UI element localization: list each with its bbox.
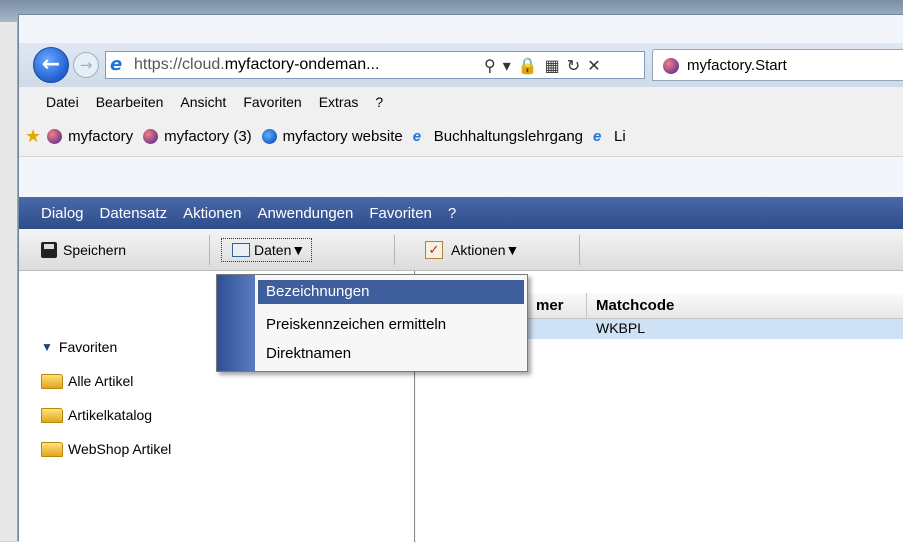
caret-down-icon: ▼ — [505, 242, 520, 258]
tree-item-folder[interactable]: Artikelkatalog — [41, 405, 152, 425]
myfactory-icon — [663, 58, 679, 74]
browser-tab[interactable]: myfactory.Start — [652, 49, 903, 81]
menu-item-bezeichnungen[interactable]: Bezeichnungen — [258, 280, 524, 304]
forward-button[interactable]: → — [73, 52, 99, 78]
column-header-number[interactable]: mer — [536, 297, 564, 314]
arrow-right-icon: → — [79, 56, 93, 74]
myfactory-icon — [143, 129, 159, 144]
app-menu-datensatz[interactable]: Datensatz — [100, 205, 168, 222]
tree-item-favorites[interactable]: ▼ Favoriten — [41, 337, 117, 357]
column-divider[interactable] — [586, 293, 587, 319]
search-icon[interactable]: ⚲ — [484, 56, 496, 75]
favorites-bar: ★ myfactory myfactory (3) myfactory webs… — [19, 117, 903, 157]
chevron-down-icon[interactable]: ▾ — [503, 56, 511, 75]
lock-icon[interactable]: 🔒 — [518, 56, 538, 75]
tree-item-folder[interactable]: WebShop Artikel — [41, 439, 171, 459]
folder-icon — [41, 441, 63, 457]
favorites-star-icon[interactable]: ★ — [25, 126, 41, 147]
url-text[interactable]: https://cloud.myfactory-ondeman... — [134, 56, 379, 74]
menu-favorites[interactable]: Favoriten — [243, 94, 301, 110]
menu-file[interactable]: Datei — [46, 94, 79, 110]
favorite-link[interactable]: e Buchhaltungslehrgang — [413, 128, 583, 145]
menu-item-preiskennzeichen[interactable]: Preiskennzeichen ermitteln — [258, 313, 524, 337]
cell-matchcode: WKBPL — [596, 320, 646, 336]
book-icon — [232, 243, 250, 257]
data-dropdown-menu: Bezeichnungen Preiskennzeichen ermitteln… — [216, 274, 528, 372]
app-menu-aktionen[interactable]: Aktionen — [183, 205, 241, 222]
data-button-frame: Daten ▼ — [221, 238, 313, 262]
menu-help[interactable]: ? — [375, 94, 383, 110]
app-menu-help[interactable]: ? — [448, 205, 456, 222]
column-header-matchcode[interactable]: Matchcode — [596, 297, 674, 314]
menu-icon-strip — [217, 275, 255, 371]
favorite-link[interactable]: myfactory — [47, 128, 133, 145]
myfactory-icon — [47, 129, 63, 144]
save-button[interactable]: Speichern — [41, 236, 126, 264]
tree-item-folder[interactable]: Alle Artikel — [41, 371, 133, 391]
app-toolbar: Speichern Daten ▼ ✓ Aktionen ▼ — [19, 229, 903, 271]
folder-icon — [41, 373, 63, 389]
ie-logo-icon: e — [110, 54, 123, 75]
favorite-link[interactable]: myfactory website — [261, 128, 403, 145]
caret-down-icon: ▼ — [291, 242, 306, 258]
refresh-icon[interactable]: ↻ — [567, 56, 580, 75]
compat-view-icon[interactable]: ▦ — [545, 56, 560, 75]
menu-item-direktnamen[interactable]: Direktnamen — [258, 342, 524, 366]
navigation-bar: ← → e https://cloud.myfactory-ondeman...… — [19, 43, 903, 87]
menu-view[interactable]: Ansicht — [180, 94, 226, 110]
arrow-left-icon: ← — [41, 52, 61, 77]
app-menu-anwendungen[interactable]: Anwendungen — [257, 205, 353, 222]
toolbar-separator — [394, 235, 395, 265]
app-menu-favoriten[interactable]: Favoriten — [369, 205, 432, 222]
menu-extras[interactable]: Extras — [319, 94, 359, 110]
ie-page-icon: e — [593, 128, 602, 145]
favorite-link[interactable]: myfactory (3) — [143, 128, 252, 145]
actions-dropdown-button[interactable]: ✓ Aktionen ▼ — [425, 236, 519, 264]
stop-icon[interactable]: ✕ — [587, 56, 600, 75]
address-actions: ⚲ ▾ 🔒 ▦ ↻ ✕ — [484, 54, 601, 76]
website-icon — [261, 129, 277, 144]
app-menu-dialog[interactable]: Dialog — [41, 205, 84, 222]
address-bar[interactable]: e https://cloud.myfactory-ondeman... ⚲ ▾… — [105, 51, 645, 79]
favorite-link[interactable]: e Li — [593, 128, 626, 145]
browser-menu-bar: Datei Bearbeiten Ansicht Favoriten Extra… — [19, 87, 903, 117]
filter-icon: ▼ — [41, 340, 53, 354]
folder-icon — [41, 407, 63, 423]
back-button[interactable]: ← — [33, 47, 69, 83]
app-menu-bar: Dialog Datensatz Aktionen Anwendungen Fa… — [19, 197, 903, 229]
toolbar-separator — [209, 235, 210, 265]
data-dropdown-button[interactable]: Daten ▼ — [221, 236, 313, 264]
clipboard-check-icon: ✓ — [425, 241, 443, 259]
desktop-edge — [0, 22, 18, 541]
floppy-disk-icon — [41, 242, 57, 258]
menu-edit[interactable]: Bearbeiten — [96, 94, 164, 110]
ie-page-icon: e — [412, 128, 422, 145]
toolbar-separator — [579, 235, 580, 265]
tab-title: myfactory.Start — [687, 57, 787, 74]
